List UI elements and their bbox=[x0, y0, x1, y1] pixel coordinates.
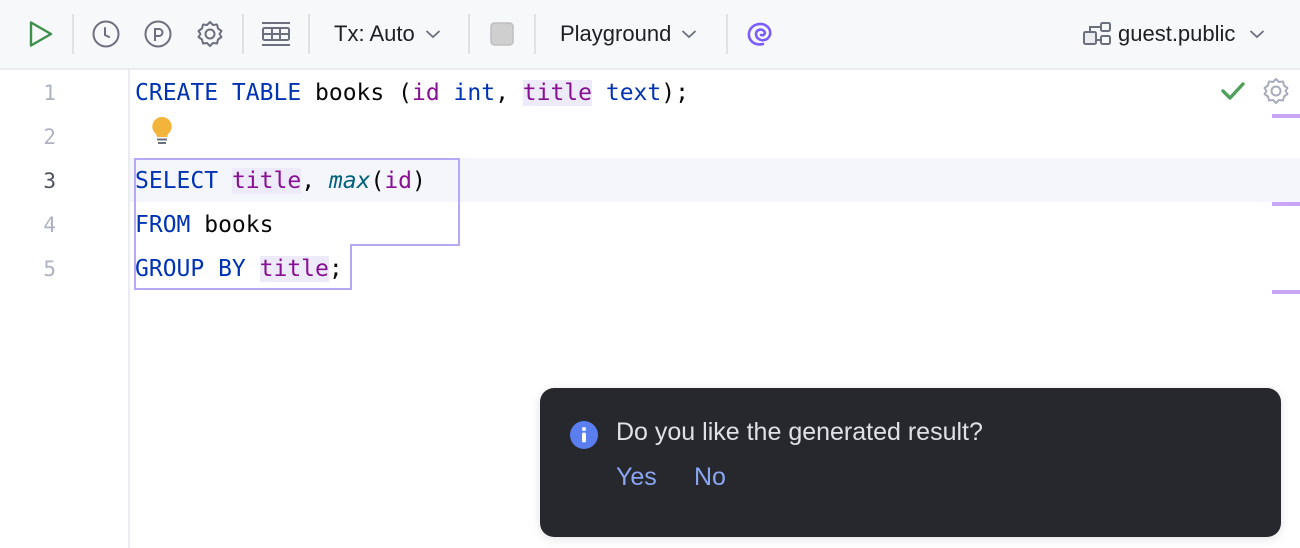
toolbar-separator bbox=[308, 14, 310, 54]
stop-icon bbox=[490, 22, 514, 46]
column-name: id bbox=[411, 80, 440, 106]
explain-plan-button[interactable] bbox=[142, 0, 174, 68]
notification-message: Do you like the generated result? bbox=[616, 418, 983, 446]
inspection-status[interactable] bbox=[1220, 80, 1246, 107]
session-label: Playground bbox=[560, 21, 672, 46]
line-number: 2 bbox=[43, 125, 56, 149]
editor-settings-button[interactable] bbox=[1262, 77, 1290, 110]
keyword: GROUP BY bbox=[135, 256, 246, 282]
play-icon bbox=[29, 21, 53, 47]
column-name: id bbox=[384, 168, 413, 194]
line-number: 5 bbox=[43, 257, 56, 281]
type-keyword: text bbox=[592, 80, 662, 106]
toolbar-separator bbox=[72, 14, 74, 54]
ai-assistant-button[interactable] bbox=[746, 0, 774, 68]
toolbar-separator bbox=[242, 14, 244, 54]
identifier: books bbox=[301, 80, 399, 106]
keyword: SELECT bbox=[135, 168, 219, 194]
checkmark-icon bbox=[1221, 82, 1245, 100]
yes-button[interactable]: Yes bbox=[616, 463, 657, 492]
info-icon bbox=[570, 421, 598, 449]
feedback-notification: Do you like the generated result? Yes No bbox=[540, 388, 1281, 537]
clock-icon bbox=[92, 20, 120, 48]
keyword: CREATE TABLE bbox=[135, 80, 302, 106]
chevron-down-icon bbox=[1249, 29, 1265, 39]
schema-dropdown[interactable]: guest.public bbox=[1082, 0, 1265, 68]
scrollbar-marker[interactable] bbox=[1272, 114, 1300, 118]
line-number-active: 3 bbox=[43, 169, 56, 193]
punctuation: ); bbox=[661, 80, 689, 106]
toolbar: Tx: Auto Playground guest.public bbox=[0, 0, 1300, 70]
punctuation: ( bbox=[370, 168, 385, 194]
code-line-1[interactable]: CREATE TABLE books (id int, title text); bbox=[135, 71, 689, 115]
intention-bulb-button[interactable] bbox=[150, 116, 174, 151]
tx-mode-label: Tx: Auto bbox=[334, 21, 415, 46]
code-line-4[interactable]: FROM books bbox=[135, 203, 273, 247]
gear-icon bbox=[1263, 78, 1289, 104]
scrollbar-marker[interactable] bbox=[1272, 290, 1300, 294]
identifier: books bbox=[190, 212, 274, 238]
schema-tree-icon bbox=[1083, 22, 1111, 45]
run-button[interactable] bbox=[22, 0, 60, 68]
line-number: 4 bbox=[43, 213, 56, 237]
toolbar-separator bbox=[726, 14, 728, 54]
toolbar-separator bbox=[534, 14, 536, 54]
column-name-highlighted: title bbox=[259, 256, 329, 282]
column-name-highlighted: title bbox=[522, 80, 593, 106]
settings-button[interactable] bbox=[194, 0, 226, 68]
schema-label: guest.public bbox=[1118, 21, 1236, 46]
table-view-button[interactable] bbox=[260, 0, 292, 68]
ai-spiral-icon bbox=[747, 22, 772, 46]
session-dropdown[interactable]: Playground bbox=[560, 0, 697, 68]
punctuation: ) bbox=[412, 168, 426, 194]
punctuation: , bbox=[495, 80, 523, 106]
punctuation: ; bbox=[328, 256, 343, 282]
tx-mode-dropdown[interactable]: Tx: Auto bbox=[334, 0, 441, 68]
chevron-down-icon bbox=[681, 29, 697, 39]
scrollbar-marker[interactable] bbox=[1272, 202, 1300, 206]
code-line-3[interactable]: SELECT title, max(id) bbox=[135, 159, 426, 203]
table-icon bbox=[262, 22, 290, 46]
chevron-down-icon bbox=[425, 29, 441, 39]
toolbar-separator bbox=[468, 14, 470, 54]
lightbulb-icon bbox=[152, 116, 172, 144]
code-line-5[interactable]: GROUP BY title; bbox=[135, 247, 343, 291]
keyword: FROM bbox=[135, 212, 191, 238]
no-button[interactable]: No bbox=[694, 463, 726, 492]
function-name: max bbox=[328, 168, 371, 194]
line-number: 1 bbox=[43, 81, 56, 105]
history-button[interactable] bbox=[90, 0, 122, 68]
punctuation: , bbox=[301, 168, 329, 194]
punctuation: ( bbox=[398, 80, 412, 106]
generated-code-outline bbox=[350, 244, 352, 290]
gear-icon bbox=[197, 21, 223, 47]
generated-code-outline bbox=[350, 244, 460, 246]
type-keyword: int bbox=[439, 80, 496, 106]
stop-button[interactable] bbox=[489, 0, 515, 68]
column-name-highlighted: title bbox=[231, 168, 302, 194]
p-circle-icon bbox=[144, 20, 172, 48]
